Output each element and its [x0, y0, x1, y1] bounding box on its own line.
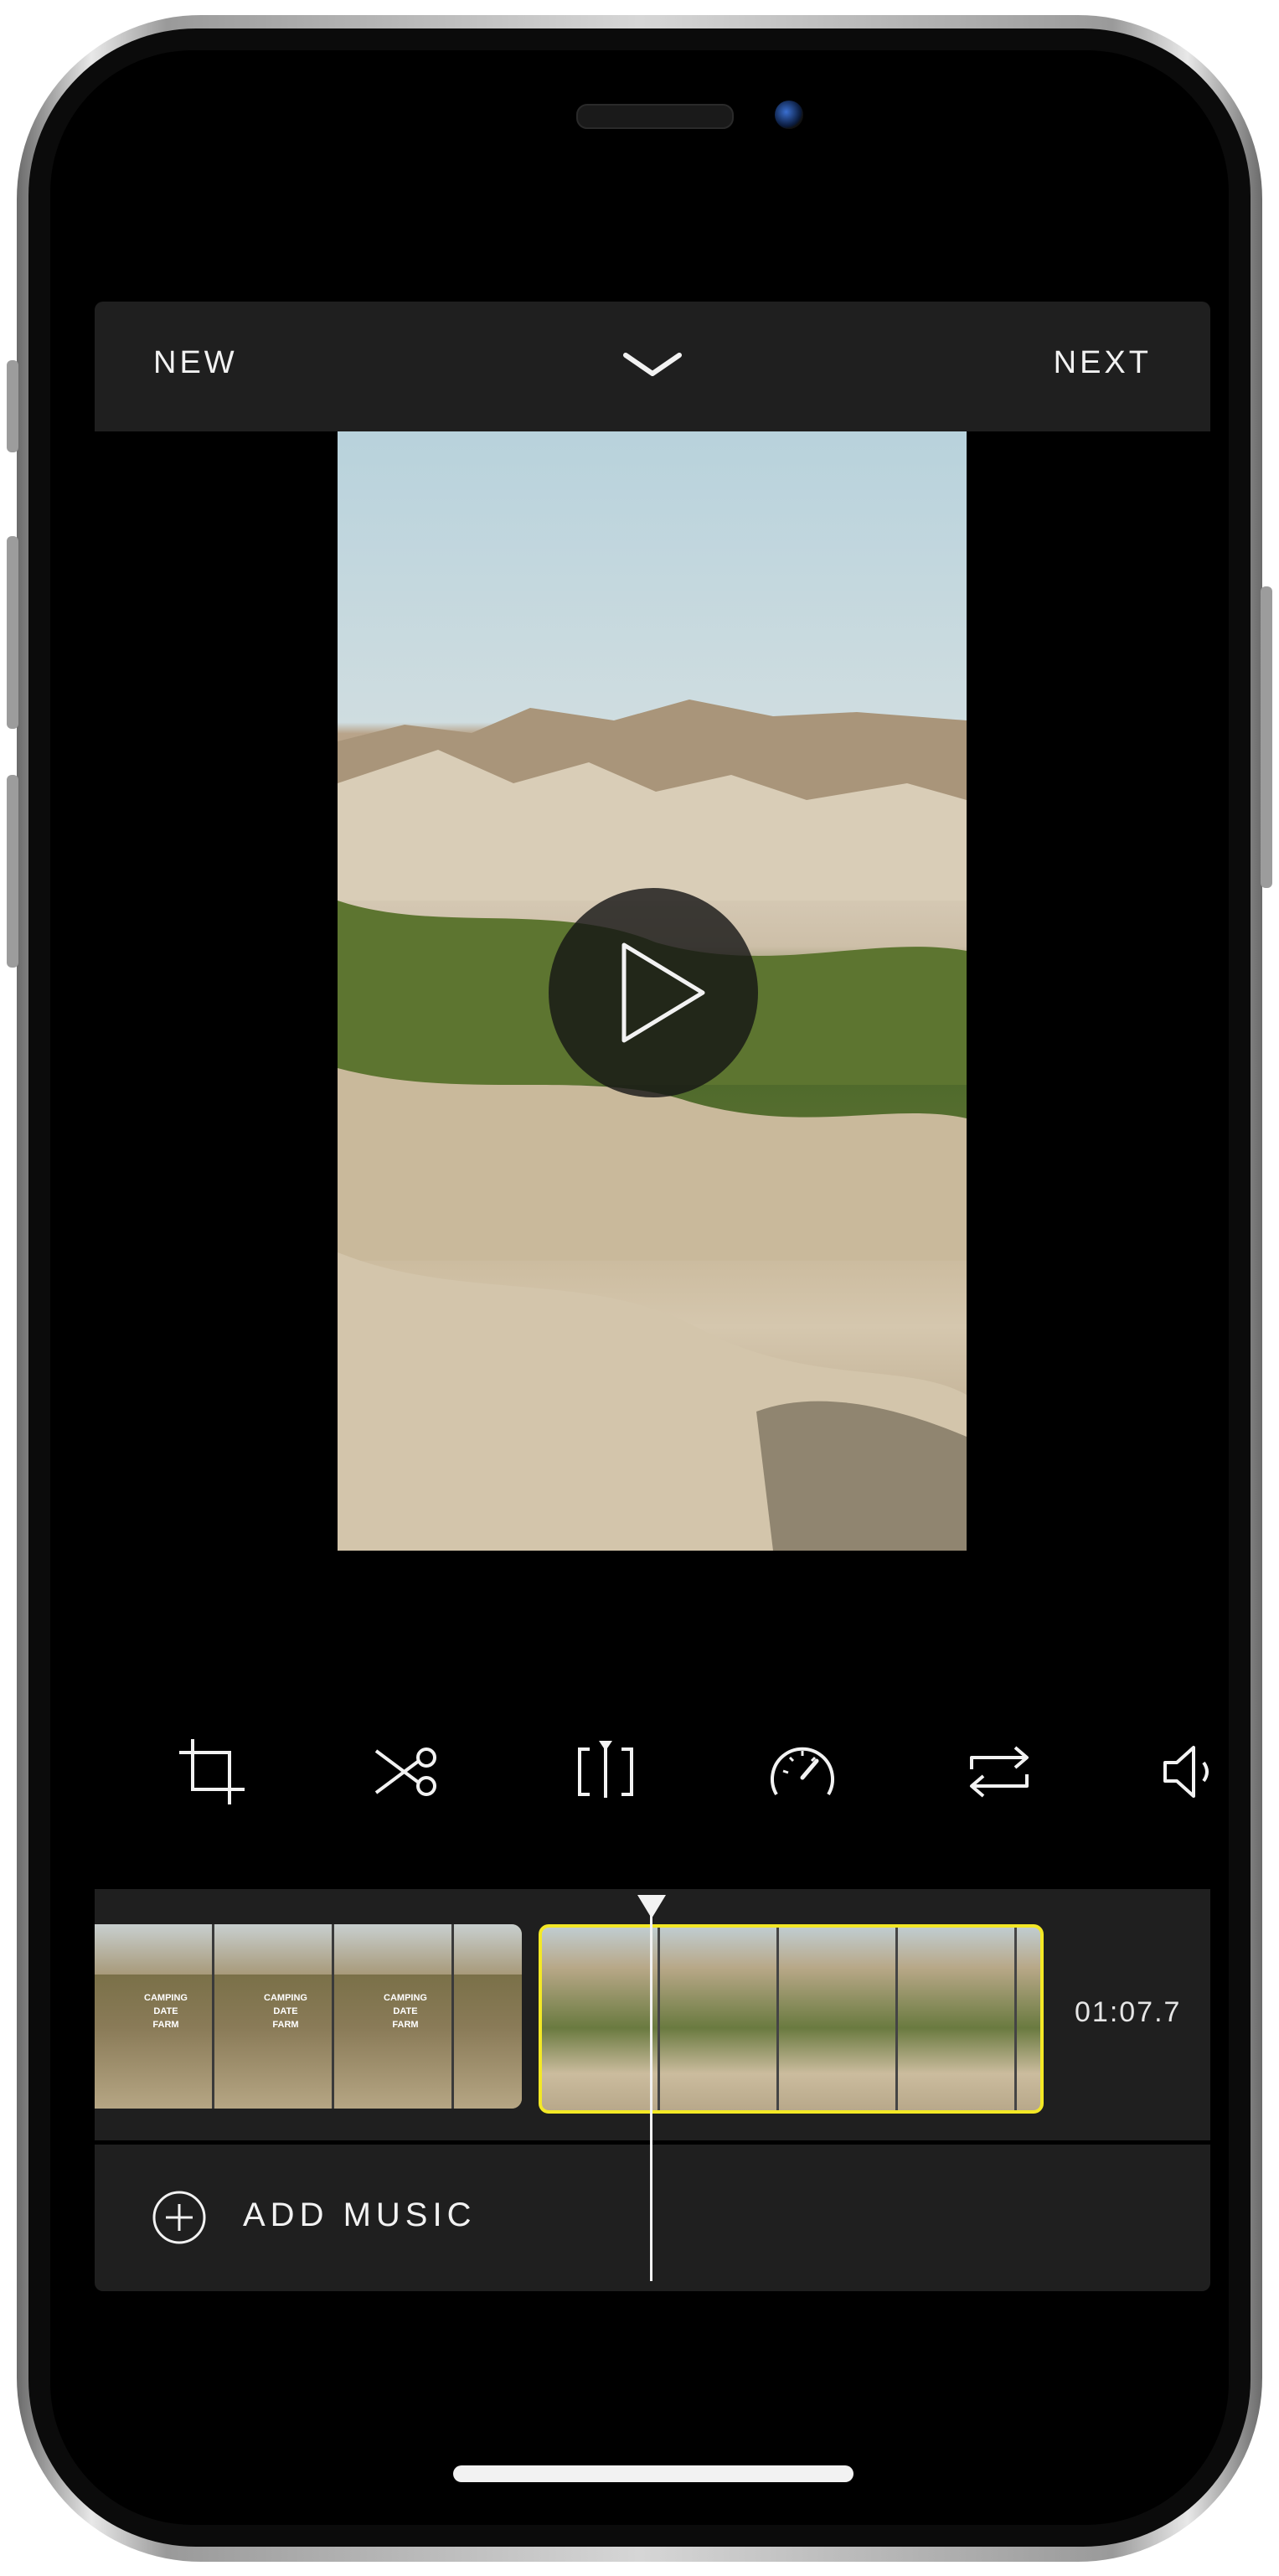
earpiece-speaker [576, 104, 734, 129]
side-button-power [1261, 586, 1272, 888]
video-preview[interactable] [338, 431, 967, 1551]
crop-icon[interactable] [174, 1734, 250, 1809]
scissors-icon[interactable] [371, 1734, 446, 1809]
timeline-duration: 01:07.7 [1075, 1996, 1182, 2028]
clip-overlay-text: CAMPING DATE FARM [384, 1993, 427, 2030]
side-button-mute [7, 360, 18, 452]
play-icon [621, 942, 705, 1043]
new-button[interactable]: NEW [153, 345, 238, 381]
clip-overlay-text: CAMPING DATE FARM [264, 1993, 307, 2030]
clip-timeline: CAMPING DATE FARM CAMPING DATE FARM CAMPING D… [95, 1889, 1210, 2140]
speed-gauge-icon[interactable] [765, 1734, 840, 1809]
editor-top-bar: NEW NEXT [95, 302, 1210, 431]
edit-toolbar [95, 1734, 1210, 1818]
clip-overlay-text: CAMPING DATE FARM [144, 1993, 188, 2030]
loop-icon[interactable] [962, 1734, 1037, 1809]
front-camera [775, 101, 803, 129]
split-icon[interactable] [568, 1734, 643, 1809]
side-button-volume-down [7, 775, 18, 968]
playhead-line[interactable] [650, 1908, 652, 2281]
timeline-clip-1[interactable]: CAMPING DATE FARM CAMPING DATE FARM CAMPING D… [95, 1924, 522, 2109]
add-music-label: ADD MUSIC [243, 2197, 477, 2233]
timeline-clip-2-selected[interactable] [539, 1924, 1044, 2114]
side-button-volume-up [7, 536, 18, 729]
playhead-marker-icon[interactable] [637, 1895, 666, 1918]
play-button[interactable] [549, 888, 758, 1097]
home-indicator[interactable] [453, 2465, 854, 2482]
collapse-chevron-icon[interactable] [614, 343, 691, 385]
add-music-row[interactable]: ADD MUSIC [95, 2145, 1210, 2291]
add-circle-icon [152, 2190, 207, 2245]
volume-icon[interactable] [1158, 1734, 1234, 1809]
next-button[interactable]: NEXT [1054, 345, 1152, 381]
